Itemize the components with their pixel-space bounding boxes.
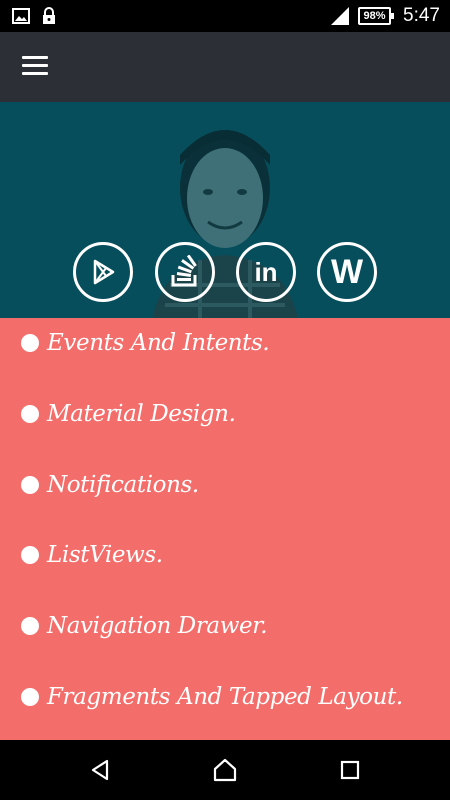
list-item[interactable]: Notifications. [0,460,450,510]
list-item[interactable]: Fragments And Tapped Layout. [0,672,450,722]
bullet-icon [21,546,39,564]
list-item-label: Navigation Drawer. [47,613,268,639]
stack-overflow-button[interactable] [155,242,215,302]
linkedin-button[interactable]: in [236,242,296,302]
bullet-icon [21,334,39,352]
status-bar: 98% 5:47 [0,0,450,32]
list-item[interactable]: Material Design. [0,389,450,439]
google-play-button[interactable] [73,242,133,302]
social-links: in W [0,242,450,304]
list-item-label: ListViews. [47,542,163,568]
wordpress-button[interactable]: W [317,242,377,302]
bullet-icon [21,405,39,423]
profile-header: in W [0,102,450,318]
list-item-label: Notifications. [47,472,199,498]
bullet-icon [21,476,39,494]
google-play-icon [93,259,115,285]
wordpress-icon: W [330,252,364,291]
list-item[interactable]: ListViews. [0,530,450,580]
bullet-icon [21,617,39,635]
list-item-label: Material Design. [47,401,236,427]
lock-icon [43,7,55,24]
app-bar [0,32,450,102]
recents-icon [340,760,360,780]
battery-percent: 98% [363,10,386,22]
stack-overflow-icon [171,255,197,287]
image-icon [12,8,30,24]
navigation-bar [0,740,450,800]
home-button[interactable] [209,755,241,785]
back-button[interactable] [84,755,116,785]
linkedin-icon: in [254,256,278,287]
hamburger-menu-icon[interactable] [22,56,48,78]
signal-icon [331,7,350,25]
list-item-label: Events And Intents. [47,330,270,356]
battery-indicator: 98% [358,7,395,25]
list-item[interactable]: Navigation Drawer. [0,601,450,651]
topics-list: Events And Intents. Material Design. Not… [0,318,450,740]
list-item[interactable]: Events And Intents. [0,318,450,368]
bullet-icon [21,688,39,706]
list-item-label: Fragments And Tapped Layout. [47,684,403,710]
status-time: 5:47 [403,5,440,26]
recents-button[interactable] [334,755,366,785]
back-icon [91,759,109,781]
home-icon [213,758,237,782]
